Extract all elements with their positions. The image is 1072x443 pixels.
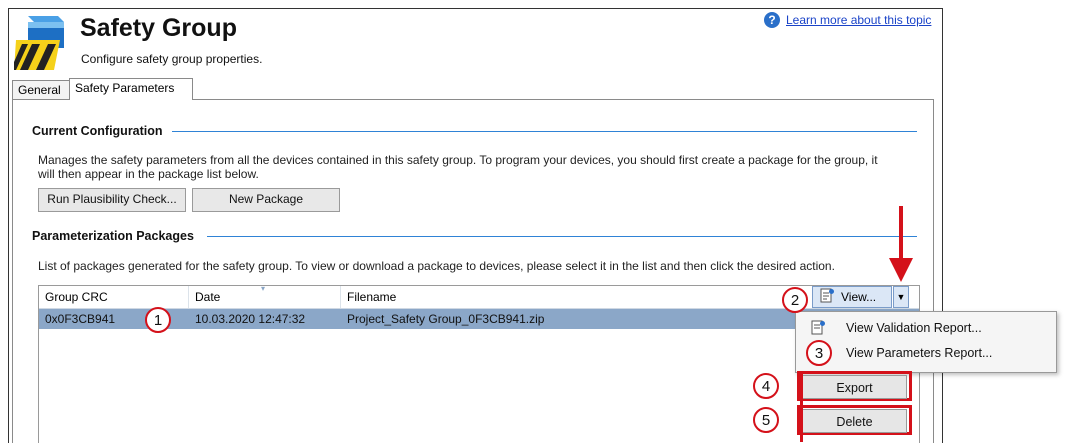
report-document-icon: [819, 288, 835, 307]
delete-highlight: Delete: [797, 405, 912, 435]
page-subtitle: Configure safety group properties.: [81, 52, 263, 66]
view-button[interactable]: View...: [812, 286, 892, 308]
menu-item-view-validation-report[interactable]: View Validation Report...: [796, 316, 1056, 340]
menu-item-label: View Validation Report...: [846, 321, 982, 335]
dropdown-arrow-icon: ▼: [896, 292, 906, 302]
callout-line: [800, 372, 803, 442]
export-button[interactable]: Export: [802, 375, 907, 399]
current-configuration-description: Manages the safety parameters from all t…: [38, 153, 918, 181]
packages-title: Parameterization Packages: [32, 229, 194, 243]
callout-badge-4: 4: [753, 373, 779, 399]
tab-safety-parameters[interactable]: Safety Parameters: [69, 78, 193, 100]
menu-item-label: View Parameters Report...: [846, 346, 993, 360]
view-dropdown-menu: View Validation Report... View Parameter…: [795, 311, 1057, 373]
tab-general[interactable]: General: [12, 80, 71, 100]
menu-item-view-parameters-report[interactable]: View Parameters Report...: [796, 341, 1056, 365]
safety-group-logo-icon: [14, 14, 72, 72]
description-line: will then appear in the package list bel…: [38, 167, 259, 181]
export-highlight: Export: [797, 371, 912, 401]
view-dropdown-button[interactable]: ▼: [893, 286, 909, 308]
callout-badge-2: 2: [782, 287, 808, 313]
learn-more-link[interactable]: Learn more about this topic: [786, 13, 931, 27]
section-divider: [207, 236, 917, 237]
page-title: Safety Group: [80, 14, 237, 42]
sort-arrow-icon: ▾: [261, 284, 266, 293]
view-button-label: View...: [841, 290, 877, 304]
column-group-crc[interactable]: Group CRC: [39, 286, 189, 308]
row-date: 10.03.2020 12:47:32: [195, 312, 306, 326]
callout-badge-3: 3: [806, 340, 832, 366]
new-package-button[interactable]: New Package: [192, 188, 340, 212]
help-link-group[interactable]: ? Learn more about this topic: [764, 12, 931, 28]
run-plausibility-check-button[interactable]: Run Plausibility Check...: [38, 188, 186, 212]
section-divider: [172, 131, 917, 132]
help-question-icon[interactable]: ?: [764, 12, 780, 28]
red-arrow-icon: [889, 206, 913, 287]
current-configuration-title: Current Configuration: [32, 124, 163, 138]
row-crc: 0x0F3CB941: [45, 312, 116, 326]
row-filename: Project_Safety Group_0F3CB941.zip: [347, 312, 545, 326]
delete-button[interactable]: Delete: [802, 409, 907, 433]
callout-badge-5: 5: [753, 407, 779, 433]
packages-description: List of packages generated for the safet…: [38, 259, 835, 273]
callout-badge-1: 1: [145, 307, 171, 333]
description-line: Manages the safety parameters from all t…: [38, 153, 878, 167]
column-filename[interactable]: Filename: [341, 286, 781, 308]
